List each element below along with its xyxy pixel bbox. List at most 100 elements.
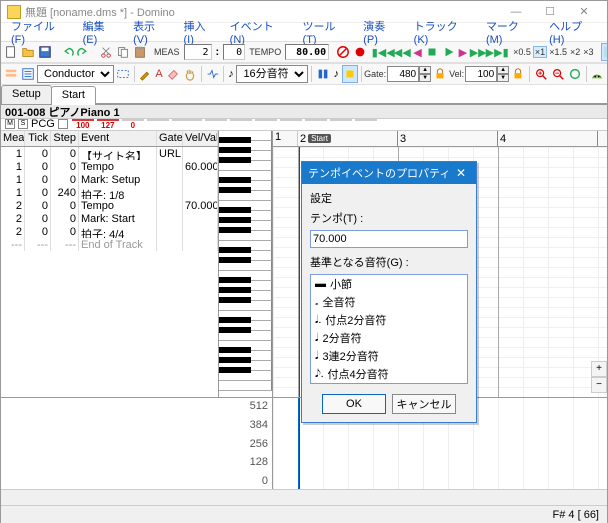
- piano-keyboard[interactable]: [219, 131, 273, 397]
- midi-device-icon[interactable]: [589, 65, 605, 83]
- tab-start[interactable]: Start: [51, 86, 96, 105]
- undo-icon[interactable]: [59, 43, 75, 61]
- vzoom-in-icon[interactable]: +: [591, 361, 607, 377]
- track-meters: M S PCG VOL100 VEL127 EXP0 PAN P.BEND MO…: [1, 119, 607, 131]
- solo-button[interactable]: S: [18, 119, 28, 129]
- stop-icon[interactable]: [424, 43, 440, 61]
- mute-button[interactable]: M: [5, 119, 15, 129]
- step-icon[interactable]: [342, 65, 358, 83]
- meas-beat-field[interactable]: [223, 44, 245, 60]
- listbox-item[interactable]: 𝅘𝅥𝅮4分音符: [311, 383, 467, 384]
- event-row[interactable]: 100Mark: Setup: [1, 173, 218, 186]
- gate-lock-icon[interactable]: [432, 65, 448, 83]
- transport: MEAS : TEMPO: [154, 44, 329, 60]
- vertical-zoom-buttons: + −: [591, 361, 607, 393]
- track-tool-icon[interactable]: [3, 65, 19, 83]
- new-file-icon[interactable]: [3, 43, 19, 61]
- event-list-header: Mea Tick Step Event Gate Vel/Value: [1, 131, 218, 147]
- cut-icon[interactable]: [98, 43, 114, 61]
- pencil-tool-icon[interactable]: [137, 65, 153, 83]
- dialog-close-icon[interactable]: ✕: [452, 166, 470, 180]
- gate-field[interactable]: ▲▼: [387, 66, 431, 82]
- hand-tool-icon[interactable]: [182, 65, 198, 83]
- dialog-titlebar[interactable]: テンポイベントのプロパティ ✕: [302, 162, 476, 184]
- eventlist-tool-icon[interactable]: [20, 65, 36, 83]
- dialog-group-label: 設定: [310, 190, 468, 206]
- save-icon[interactable]: [37, 43, 53, 61]
- tempo-input-label: テンポ(T) :: [310, 210, 468, 226]
- fwd-end-icon[interactable]: ▶▶▮: [488, 43, 506, 61]
- play-icon[interactable]: [441, 43, 457, 61]
- vel-field[interactable]: ▲▼: [465, 66, 509, 82]
- select-tool-icon[interactable]: [115, 65, 131, 83]
- cancel-button[interactable]: キャンセル: [392, 394, 456, 414]
- event-list-body[interactable]: 100【サイト名】URL100Tempo60.000100Mark: Setup…: [1, 147, 218, 397]
- gate-label: Gate:: [364, 69, 386, 79]
- dialog-title: テンポイベントのプロパティ: [308, 165, 450, 181]
- vel-lock-icon[interactable]: [510, 65, 526, 83]
- piano-roll-ruler[interactable]: 1 2Start 3 4: [273, 131, 607, 147]
- tempo-label: TEMPO: [249, 47, 281, 57]
- listbox-item[interactable]: 𝅗全音符: [311, 293, 467, 311]
- event-row[interactable]: 10240拍子: 1/8: [1, 186, 218, 199]
- menu-help[interactable]: ヘルプ(H): [543, 16, 603, 48]
- track-select[interactable]: Conductor: [37, 65, 114, 83]
- listbox-item[interactable]: 𝅘𝅥.付点2分音符: [311, 311, 467, 329]
- event-row[interactable]: 200拍子: 4/4: [1, 225, 218, 238]
- listbox-item[interactable]: ▬小節: [311, 275, 467, 293]
- note-dur-icon[interactable]: ♪: [227, 65, 236, 83]
- open-file-icon[interactable]: [20, 43, 36, 61]
- pcg-label: PCG: [31, 119, 55, 130]
- tempo-properties-dialog: テンポイベントのプロパティ ✕ 設定 テンポ(T) : 基準となる音符(G) :…: [301, 161, 477, 423]
- quantize-icon[interactable]: [315, 65, 331, 83]
- toolbar-track: Conductor A ♪ 16分音符 ♪ Gate: ▲▼ Vel: ▲▼: [1, 63, 607, 85]
- status-key: F# 4 [ 66]: [553, 509, 599, 521]
- speed-x3[interactable]: ×3: [582, 47, 594, 57]
- paste-icon[interactable]: [132, 43, 148, 61]
- listbox-item[interactable]: 𝅘𝅥2分音符: [311, 329, 467, 347]
- view-mode-a-icon[interactable]: [601, 43, 608, 61]
- zoom-out-icon[interactable]: [550, 65, 566, 83]
- speed-x15[interactable]: ×1.5: [548, 47, 568, 57]
- zoom-in-icon[interactable]: [533, 65, 549, 83]
- step-fwd-icon[interactable]: ▶: [458, 43, 468, 61]
- horizontal-scrollbar[interactable]: [1, 489, 607, 505]
- listbox-item[interactable]: 𝅘𝅥3連2分音符: [311, 347, 467, 365]
- note-length-select[interactable]: 16分音符: [236, 65, 308, 83]
- base-note-label: 基準となる音符(G) :: [310, 254, 468, 270]
- track-header: 001-008 ピアノPiano 1: [1, 105, 607, 119]
- note-sound-icon[interactable]: ♪: [332, 65, 341, 83]
- vzoom-out-icon[interactable]: −: [591, 377, 607, 393]
- eraser-tool-icon[interactable]: [165, 65, 181, 83]
- pcg-box[interactable]: [58, 119, 68, 129]
- base-note-listbox[interactable]: ▬小節𝅗全音符𝅘𝅥.付点2分音符𝅘𝅥2分音符𝅘𝅥3連2分音符𝅘𝅥𝅮.付点4分音符…: [310, 274, 468, 384]
- speed-x1[interactable]: ×1: [533, 46, 547, 58]
- tempo-field[interactable]: [285, 44, 329, 60]
- rewind-icon[interactable]: ◀◀: [393, 43, 411, 61]
- menu-bar: ファイル(F) 編集(E) 表示(V) 挿入(I) イベント(N) ツール(T)…: [1, 23, 607, 41]
- snap-icon[interactable]: [204, 65, 220, 83]
- redo-icon[interactable]: [76, 43, 92, 61]
- marker-tool-icon[interactable]: A: [154, 65, 163, 83]
- panic-icon[interactable]: [335, 43, 351, 61]
- tab-setup[interactable]: Setup: [1, 85, 52, 104]
- fastfwd-icon[interactable]: ▶▶: [469, 43, 487, 61]
- zoom-fit-icon[interactable]: [567, 65, 583, 83]
- tempo-input[interactable]: [310, 230, 468, 248]
- listbox-item[interactable]: 𝅘𝅥𝅮.付点4分音符: [311, 365, 467, 383]
- event-row[interactable]: 100Tempo60.000: [1, 160, 218, 173]
- copy-icon[interactable]: [115, 43, 131, 61]
- record-icon[interactable]: [352, 43, 368, 61]
- marker-start[interactable]: Start: [308, 134, 331, 143]
- speed-x05[interactable]: ×0.5: [512, 47, 532, 57]
- ok-button[interactable]: OK: [322, 394, 386, 414]
- vel-label: Vel:: [449, 69, 464, 79]
- step-back-icon[interactable]: ◀: [412, 43, 422, 61]
- speed-x2[interactable]: ×2: [569, 47, 581, 57]
- event-row[interactable]: ---------End of Track: [1, 238, 218, 251]
- rewind-start-icon[interactable]: ▮◀◀: [374, 43, 392, 61]
- event-row[interactable]: 200Tempo70.000: [1, 199, 218, 212]
- event-row[interactable]: 100【サイト名】URL: [1, 147, 218, 160]
- event-row[interactable]: 200Mark: Start: [1, 212, 218, 225]
- meas-bar-field[interactable]: [184, 44, 212, 60]
